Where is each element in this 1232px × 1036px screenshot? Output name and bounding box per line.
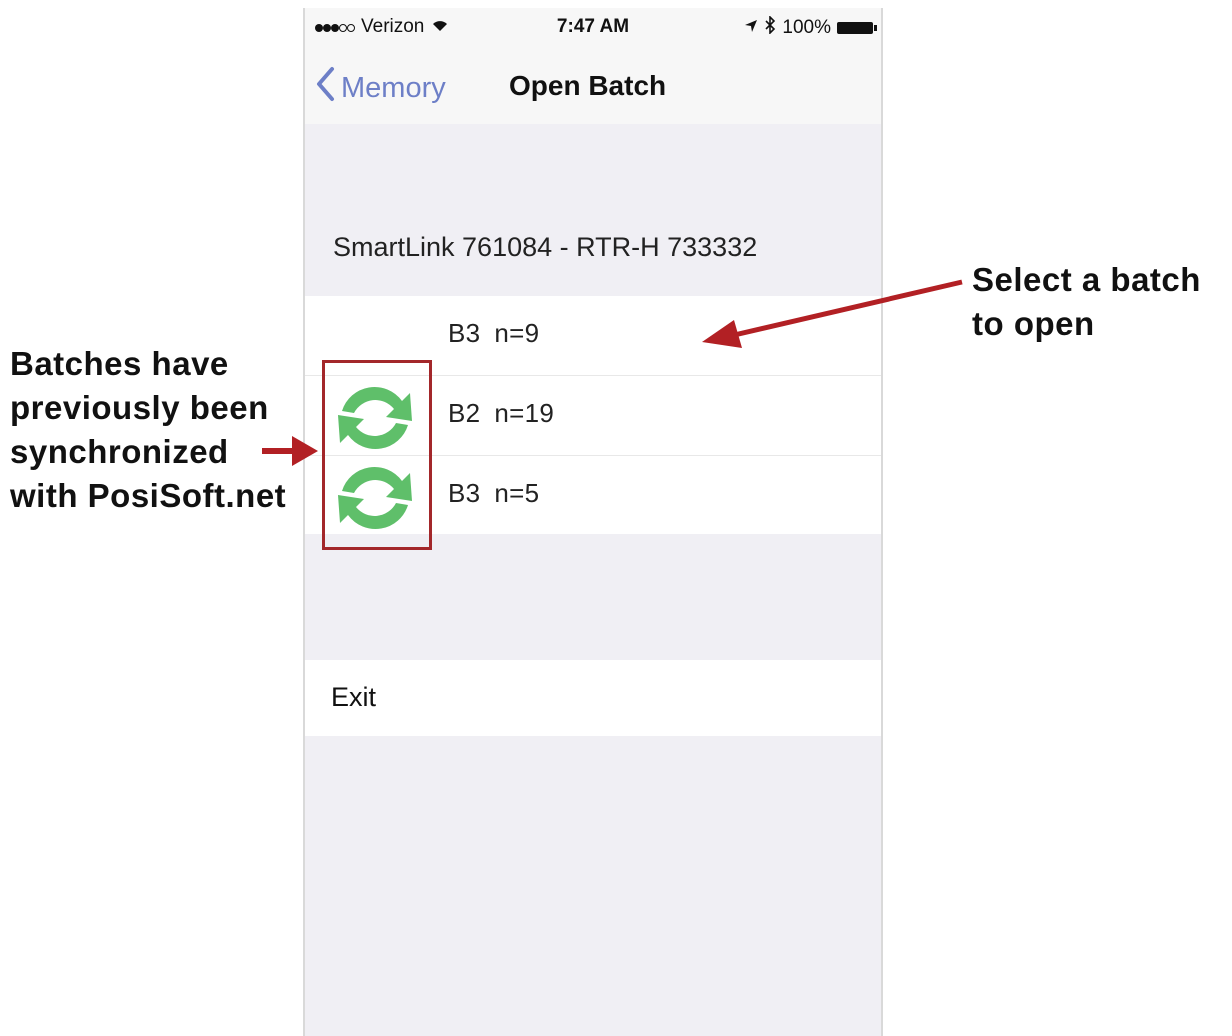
arrow-sync-head [292, 436, 318, 466]
arrow-select-head [702, 320, 742, 348]
annotation-arrows [262, 279, 963, 466]
arrow-select-line [729, 279, 963, 339]
